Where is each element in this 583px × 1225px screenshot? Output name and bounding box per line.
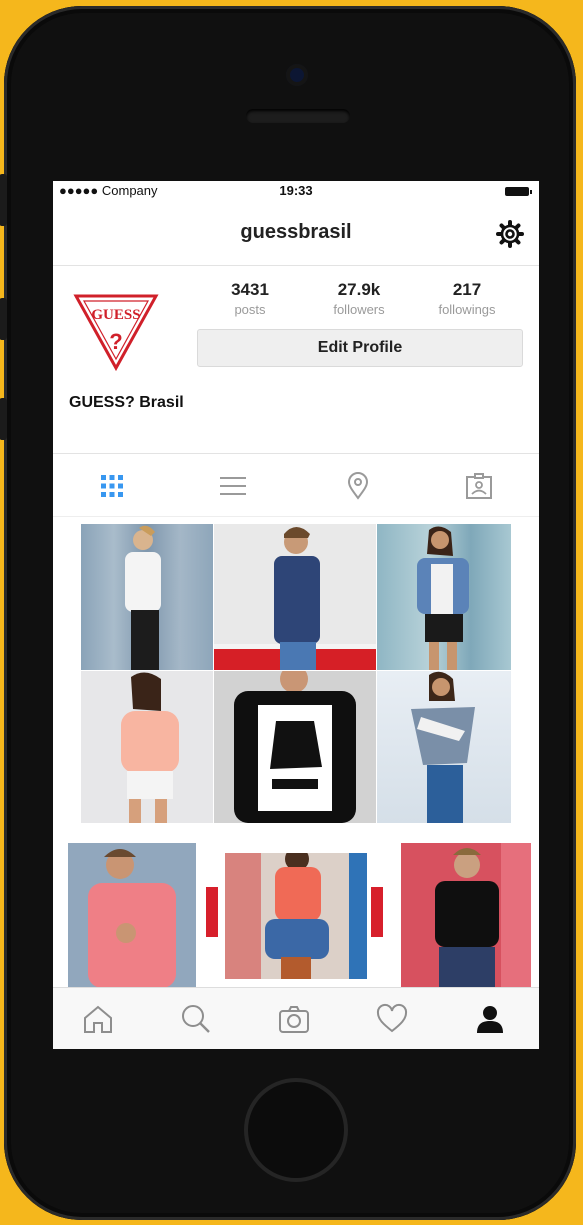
edit-profile-button[interactable]: Edit Profile [197, 329, 523, 367]
front-camera [286, 64, 308, 86]
stat-posts[interactable]: 3431 posts [205, 280, 295, 317]
profile-header: guessbrasil [53, 201, 539, 266]
photo-grid-row [53, 835, 539, 990]
location-pin-icon[interactable] [344, 472, 372, 500]
stat-followers[interactable]: 27.9k followers [314, 280, 404, 317]
grid-photo[interactable] [377, 524, 511, 670]
volume-up-button [0, 298, 7, 340]
followings-label: followings [438, 302, 496, 317]
grid-photo[interactable] [377, 671, 511, 823]
volume-down-button [0, 398, 7, 440]
battery-icon [505, 187, 532, 196]
grid-photo[interactable] [68, 843, 196, 988]
phone-screen: ●●●●● Company 19:33 guessbrasil GUESS ? [53, 181, 539, 1049]
logo-text: GUESS [91, 307, 140, 323]
gear-icon[interactable] [495, 219, 525, 249]
posts-label: posts [234, 302, 266, 317]
profile-icon[interactable] [473, 1002, 507, 1036]
profile-section: GUESS ? 3431 posts 27.9k followers 217 f… [53, 266, 539, 456]
svg-text:?: ? [109, 329, 122, 354]
mute-switch [0, 174, 7, 226]
home-icon[interactable] [81, 1002, 115, 1036]
followers-label: followers [333, 302, 385, 317]
stat-followings[interactable]: 217 followings [422, 280, 512, 317]
guess-logo: GUESS ? [73, 294, 159, 372]
camera-icon[interactable] [277, 1002, 311, 1036]
red-bracket [371, 887, 383, 937]
earpiece-speaker [246, 109, 350, 123]
profile-tabs [53, 453, 539, 517]
bottom-tab-bar [53, 987, 539, 1049]
clock: 19:33 [279, 183, 313, 198]
status-bar: ●●●●● Company 19:33 [53, 181, 539, 201]
red-bracket [206, 887, 218, 937]
search-icon[interactable] [179, 1002, 213, 1036]
grid-photo[interactable] [81, 671, 213, 823]
photo-grid [81, 524, 511, 824]
grid-photo[interactable] [214, 524, 376, 670]
followings-count: 217 [452, 280, 482, 299]
heart-icon[interactable] [375, 1002, 409, 1036]
profile-display-name: GUESS? Brasil [69, 394, 184, 411]
tagged-photo-icon[interactable] [465, 472, 493, 500]
grid-photo[interactable] [225, 853, 367, 979]
followers-count: 27.9k [337, 280, 381, 299]
username-title: guessbrasil [240, 221, 352, 243]
list-icon[interactable] [219, 472, 247, 500]
home-button[interactable] [248, 1082, 344, 1178]
grid-photo[interactable] [81, 524, 213, 670]
grid-photo[interactable] [401, 843, 531, 988]
grid-icon[interactable] [98, 472, 126, 500]
posts-count: 3431 [231, 280, 269, 299]
grid-photo[interactable] [214, 671, 376, 823]
